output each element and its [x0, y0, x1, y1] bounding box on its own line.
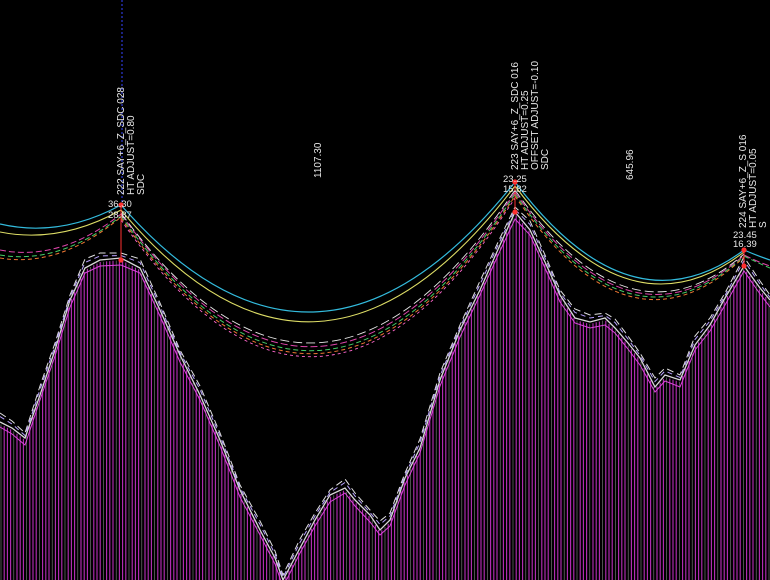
ground-height-label: 15.82 [503, 184, 527, 195]
ground-point-marker [741, 263, 747, 269]
profile-canvas[interactable]: 36.30 28.87 222 SAY+6_Z_SDC 028 HT ADJUS… [0, 0, 770, 580]
structure-type-label: S [758, 221, 769, 228]
ground-point-marker [512, 209, 518, 215]
span-length-label: 1107.30 [313, 142, 324, 178]
attach-height-label: 36.30 [108, 199, 132, 210]
canvas-background [0, 0, 770, 580]
structure-type-label: SDC [136, 174, 147, 195]
structure-type-label: SDC [540, 149, 551, 170]
structure-ht-adjust-label: HT ADJUST=0.05 [748, 148, 759, 228]
ground-point-marker [118, 257, 124, 263]
ground-height-label: 28.87 [108, 210, 132, 221]
ground-height-label: 16.39 [733, 239, 757, 250]
span-length-label: 645.96 [625, 149, 636, 180]
